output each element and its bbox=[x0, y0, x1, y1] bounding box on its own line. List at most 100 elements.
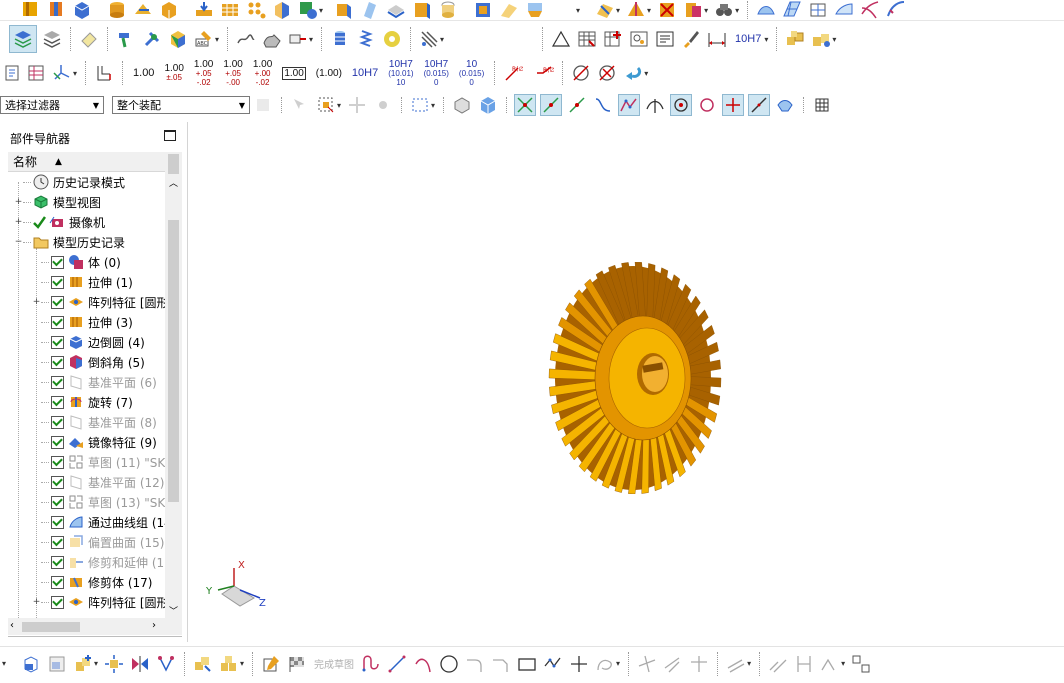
dropdown-arrow[interactable]: ▾ bbox=[616, 6, 620, 15]
dropdown-arrow[interactable]: ▾ bbox=[431, 101, 435, 110]
pattern-component-icon[interactable] bbox=[156, 654, 176, 674]
arc-icon[interactable] bbox=[413, 654, 433, 674]
radius-dimension-icon[interactable]: R(∅) bbox=[503, 63, 523, 83]
table-icon[interactable] bbox=[577, 29, 597, 49]
graphics-viewport[interactable]: X Y Z bbox=[194, 122, 1064, 642]
replace-face-icon[interactable] bbox=[683, 0, 703, 20]
scroll-down-icon[interactable]: ﹀ bbox=[169, 604, 178, 617]
binoculars-icon[interactable] bbox=[714, 0, 734, 20]
mesh-surface-icon[interactable] bbox=[782, 0, 802, 20]
assembly-blocks-icon[interactable] bbox=[219, 654, 239, 674]
visibility-checkbox[interactable] bbox=[51, 515, 64, 529]
point-icon[interactable] bbox=[569, 654, 589, 674]
tree-node[interactable]: + 阵列特征 [圆形] bbox=[32, 292, 165, 312]
box-orange-icon[interactable] bbox=[159, 0, 179, 20]
expand-toggle-icon[interactable]: + bbox=[32, 597, 41, 607]
tol-fit[interactable]: 10H7 bbox=[352, 67, 378, 78]
snap-line-icon[interactable] bbox=[540, 94, 563, 116]
finish-sketch-label[interactable]: 完成草图 bbox=[314, 656, 354, 671]
visibility-checkbox[interactable] bbox=[51, 295, 64, 309]
green-square-icon[interactable] bbox=[298, 0, 318, 20]
snap-surface-icon[interactable] bbox=[775, 95, 795, 115]
rapid-sketch-dimension-icon[interactable] bbox=[794, 654, 814, 674]
return-arrow-icon[interactable] bbox=[623, 63, 643, 83]
visibility-checkbox[interactable] bbox=[51, 455, 64, 469]
thicken-icon[interactable] bbox=[386, 0, 406, 20]
folded-sheet-icon[interactable] bbox=[525, 0, 545, 20]
fit-label[interactable]: 10H7 bbox=[735, 33, 761, 44]
grid-feature-icon[interactable] bbox=[220, 0, 240, 20]
vertical-scrollbar[interactable]: ︿ ﹀ bbox=[165, 152, 182, 620]
column-header-name[interactable]: 名称 ▲ bbox=[8, 152, 182, 172]
component-icon[interactable] bbox=[785, 29, 805, 49]
dropdown-arrow[interactable]: ▾ bbox=[644, 69, 648, 78]
warp-icon[interactable] bbox=[626, 0, 646, 20]
dropdown-arrow[interactable]: ▾ bbox=[440, 35, 444, 44]
dropdown-arrow[interactable]: ▾ bbox=[2, 659, 6, 668]
tree-node[interactable]: 倒斜角 (5) bbox=[32, 352, 145, 372]
pmi-axis-icon[interactable] bbox=[52, 63, 72, 83]
visibility-checkbox[interactable] bbox=[51, 415, 64, 429]
tree-node[interactable]: 镜像特征 (9) bbox=[32, 432, 157, 452]
maximize-icon[interactable] bbox=[164, 130, 176, 141]
layout-grid-icon[interactable] bbox=[851, 654, 871, 674]
tree-node[interactable]: + 摄像机 bbox=[14, 212, 105, 232]
constraint-display-icon[interactable] bbox=[820, 654, 840, 674]
flat-sheet-icon[interactable] bbox=[499, 0, 519, 20]
dropdown-arrow[interactable]: ▾ bbox=[94, 659, 98, 668]
tree-node[interactable]: 草图 (13) "SKET bbox=[32, 492, 165, 512]
select-box-icon[interactable] bbox=[316, 95, 336, 115]
tol-basic[interactable]: 1.00 bbox=[282, 66, 306, 80]
tree-node[interactable]: 边倒圆 (4) bbox=[32, 332, 145, 352]
dropdown-arrow[interactable]: ▾ bbox=[764, 35, 768, 44]
rapid-dimension-icon[interactable] bbox=[94, 63, 114, 83]
tree-node[interactable]: 拉伸 (3) bbox=[32, 312, 133, 332]
fillet-icon[interactable] bbox=[465, 654, 485, 674]
line-icon[interactable] bbox=[387, 654, 407, 674]
surface-blue-icon[interactable] bbox=[756, 0, 776, 20]
surface-cut-icon[interactable] bbox=[595, 0, 615, 20]
washer-icon[interactable] bbox=[382, 29, 402, 49]
make-corner-icon[interactable] bbox=[689, 654, 709, 674]
wave-surface-icon[interactable] bbox=[236, 29, 256, 49]
add-component-icon[interactable] bbox=[73, 654, 93, 674]
visibility-checkbox[interactable] bbox=[51, 495, 64, 509]
scrollbar-thumb[interactable] bbox=[168, 220, 179, 502]
tree-node[interactable]: 基准平面 (8) bbox=[32, 412, 157, 432]
draft-icon[interactable] bbox=[133, 0, 153, 20]
visibility-checkbox[interactable] bbox=[51, 595, 64, 609]
chamfer-sketch-icon[interactable] bbox=[491, 654, 511, 674]
visibility-checkbox[interactable] bbox=[51, 275, 64, 289]
dropdown-arrow[interactable]: ▾ bbox=[704, 6, 708, 15]
curved-mesh-icon[interactable] bbox=[834, 0, 854, 20]
tol-reference[interactable]: (1.00) bbox=[316, 68, 342, 78]
quick-trim-icon[interactable] bbox=[637, 654, 657, 674]
shaded-surface-icon[interactable] bbox=[262, 29, 282, 49]
snap-center-icon[interactable] bbox=[670, 94, 693, 116]
tol-bilateral[interactable]: 1.00 ±.05 bbox=[164, 64, 183, 83]
face-delete-icon[interactable] bbox=[657, 0, 677, 20]
visibility-checkbox[interactable] bbox=[51, 335, 64, 349]
dropdown-arrow[interactable]: ▾ bbox=[73, 69, 77, 78]
dropdown-arrow[interactable]: ▾ bbox=[747, 659, 751, 668]
tree-node[interactable]: 体 (0) bbox=[32, 252, 121, 272]
tree-node[interactable]: 偏置曲面 (15) bbox=[32, 532, 164, 552]
polygon-icon[interactable] bbox=[543, 654, 563, 674]
wire-cut-icon[interactable] bbox=[419, 29, 439, 49]
tree-node[interactable]: + 模型视图 bbox=[14, 192, 101, 212]
visibility-checkbox[interactable] bbox=[51, 395, 64, 409]
triangle-icon[interactable] bbox=[551, 29, 571, 49]
tree-node[interactable]: + 阵列特征 [圆形] bbox=[32, 592, 165, 612]
component-group-icon[interactable] bbox=[193, 654, 213, 674]
layer-icon[interactable] bbox=[9, 25, 37, 53]
studio-spline-icon[interactable] bbox=[595, 654, 615, 674]
eraser-icon[interactable] bbox=[79, 29, 99, 49]
grid-plus-icon[interactable] bbox=[603, 29, 623, 49]
snap-endpoint-icon[interactable] bbox=[514, 94, 537, 116]
box-blue-icon[interactable] bbox=[272, 0, 292, 20]
scroll-up-icon[interactable]: ︿ bbox=[169, 176, 178, 189]
sketch-icon[interactable] bbox=[261, 654, 281, 674]
text-edit-icon[interactable]: ABC bbox=[194, 29, 214, 49]
selection-filter-select[interactable]: 选择过滤器 ▼ bbox=[0, 96, 104, 114]
visibility-checkbox[interactable] bbox=[51, 355, 64, 369]
